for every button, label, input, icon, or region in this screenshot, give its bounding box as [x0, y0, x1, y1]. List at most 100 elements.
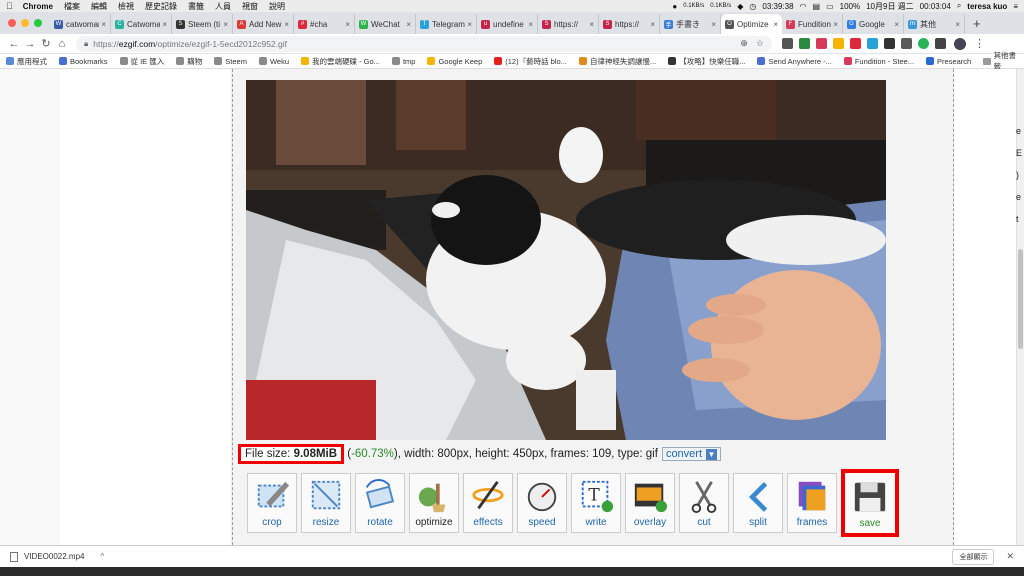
bookmark-item[interactable]: Bookmarks: [59, 57, 108, 66]
tab-close-icon[interactable]: ×: [589, 20, 594, 29]
tool-button-overlay[interactable]: overlay: [625, 473, 675, 533]
wifi-icon[interactable]: ◠: [800, 2, 807, 11]
browser-tab[interactable]: A Add New ×: [233, 14, 294, 34]
tool-button-speed[interactable]: speed: [517, 473, 567, 533]
close-window-button[interactable]: [8, 19, 16, 27]
menu-file[interactable]: 檔案: [64, 1, 80, 12]
battery-icon[interactable]: ▭: [826, 2, 834, 11]
back-icon[interactable]: ←: [6, 38, 22, 50]
menu-history[interactable]: 歷史記錄: [145, 1, 177, 12]
bookmark-item[interactable]: Weku: [258, 57, 289, 66]
tool-button-frames[interactable]: frames: [787, 473, 837, 533]
bookmark-item[interactable]: 自律神經失調讓慢...: [578, 56, 656, 67]
zoom-icon[interactable]: ⊕: [740, 38, 748, 49]
menu-bookmarks[interactable]: 書籤: [188, 1, 204, 12]
bookmark-item[interactable]: 【攻略】快樂任職...: [668, 56, 745, 67]
tab-close-icon[interactable]: ×: [284, 20, 289, 29]
close-shelf-icon[interactable]: ✕: [1006, 551, 1014, 562]
bookmark-item[interactable]: 從 IE 匯入: [119, 56, 164, 67]
browser-tab[interactable]: F Fundition ×: [782, 14, 843, 34]
new-tab-button[interactable]: +: [965, 14, 989, 34]
forward-icon[interactable]: →: [22, 38, 38, 50]
tab-close-icon[interactable]: ×: [955, 20, 960, 29]
menubar-time[interactable]: 00:03:04: [920, 2, 951, 11]
lock-icon[interactable]: 🔒︎: [84, 39, 88, 49]
bookmark-item[interactable]: tmp: [391, 57, 415, 66]
tool-button-cut[interactable]: cut: [679, 473, 729, 533]
extension-2-icon[interactable]: [799, 38, 810, 49]
tool-button-rotate[interactable]: rotate: [355, 473, 405, 533]
browser-tab[interactable]: u undefine ×: [477, 14, 538, 34]
browser-tab[interactable]: # #cha ×: [294, 14, 355, 34]
menubar-date[interactable]: 10月9日 週二: [866, 1, 914, 12]
bookmark-star-icon[interactable]: ☆: [756, 38, 764, 49]
extension-7-icon[interactable]: [884, 38, 895, 49]
bookmark-item[interactable]: 應用程式: [6, 56, 47, 67]
show-all-downloads-button[interactable]: 全部顯示: [952, 548, 995, 565]
tab-close-icon[interactable]: ×: [894, 20, 899, 29]
address-bar[interactable]: 🔒︎ https:// ezgif.com /optimize/ezgif-1-…: [76, 35, 772, 52]
browser-tab[interactable]: Shttps:// ×: [599, 14, 660, 34]
menu-edit[interactable]: 編輯: [91, 1, 107, 12]
tool-button-write[interactable]: Twrite: [571, 473, 621, 533]
extension-6-icon[interactable]: [867, 38, 878, 49]
clock-icon[interactable]: ◷: [749, 2, 756, 11]
extension-1-icon[interactable]: [782, 38, 793, 49]
zoom-window-button[interactable]: [34, 19, 42, 27]
menu-view[interactable]: 檢視: [118, 1, 134, 12]
browser-tab[interactable]: W WeChat ×: [355, 14, 416, 34]
tab-close-icon[interactable]: ×: [528, 20, 533, 29]
extension-3-icon[interactable]: [816, 38, 827, 49]
extension-8-icon[interactable]: [901, 38, 912, 49]
convert-button[interactable]: convert ▼: [661, 447, 722, 461]
extension-4-icon[interactable]: [833, 38, 844, 49]
tool-button-effects[interactable]: effects: [463, 473, 513, 533]
menu-window[interactable]: 視窗: [242, 1, 258, 12]
tab-close-icon[interactable]: ×: [406, 20, 411, 29]
browser-tab[interactable]: Wcatwoman ×: [50, 14, 111, 34]
home-icon[interactable]: ⌂: [54, 38, 70, 50]
bookmark-item[interactable]: 我的雲端硬碟 - Go...: [301, 56, 380, 67]
tab-close-icon[interactable]: ×: [162, 20, 167, 29]
tab-close-icon[interactable]: ×: [773, 20, 778, 29]
browser-tab[interactable]: m 其他 ×: [904, 14, 965, 34]
tool-button-resize[interactable]: resize: [301, 473, 351, 533]
menu-app-name[interactable]: Chrome: [23, 2, 53, 11]
browser-tab[interactable]: Shttps:// ×: [538, 14, 599, 34]
scrollbar-thumb[interactable]: [1018, 249, 1023, 349]
browser-tab[interactable]: O Optimize ×: [721, 14, 782, 34]
extension-9-icon[interactable]: [918, 38, 929, 49]
tool-button-split[interactable]: split: [733, 473, 783, 533]
browser-tab[interactable]: G Google ×: [843, 14, 904, 34]
bookmark-item[interactable]: Steem: [214, 57, 247, 66]
tab-close-icon[interactable]: ×: [345, 20, 350, 29]
bookmark-item[interactable]: Fundition - Stee...: [843, 57, 914, 66]
browser-tab[interactable]: T Telegram ×: [416, 14, 477, 34]
download-filename[interactable]: VIDEO0022.mp4: [24, 552, 84, 561]
bookmark-item[interactable]: Send Anywhere -...: [757, 57, 832, 66]
browser-tab[interactable]: S Steem (ti ×: [172, 14, 233, 34]
extension-10-icon[interactable]: [935, 38, 946, 49]
download-options-icon[interactable]: ^: [100, 552, 104, 561]
search-icon[interactable]: ⌕: [957, 1, 961, 11]
browser-tab[interactable]: CCatwoman×: [111, 14, 172, 34]
activity-icon[interactable]: ●: [672, 2, 677, 11]
bookmark-item[interactable]: 購物: [176, 56, 202, 67]
menu-help[interactable]: 說明: [269, 1, 285, 12]
extension-5-icon[interactable]: [850, 38, 861, 49]
tab-close-icon[interactable]: ×: [101, 20, 106, 29]
flag-icon[interactable]: ▤: [813, 2, 821, 11]
reload-icon[interactable]: ↻: [38, 37, 54, 50]
tab-close-icon[interactable]: ×: [467, 20, 472, 29]
tab-close-icon[interactable]: ×: [711, 20, 716, 29]
chrome-menu-icon[interactable]: ⋮: [974, 37, 985, 50]
tab-close-icon[interactable]: ×: [650, 20, 655, 29]
menu-list-icon[interactable]: ≡: [1013, 2, 1018, 11]
profile-avatar[interactable]: [954, 37, 966, 50]
tool-button-crop[interactable]: crop: [247, 473, 297, 533]
minimize-window-button[interactable]: [21, 19, 29, 27]
bookmark-item[interactable]: Presearch: [926, 57, 971, 66]
bookmark-item[interactable]: Google Keep: [427, 57, 482, 66]
browser-tab[interactable]: 手手書き ×: [660, 14, 721, 34]
apple-menu-icon[interactable]: : [6, 1, 13, 11]
